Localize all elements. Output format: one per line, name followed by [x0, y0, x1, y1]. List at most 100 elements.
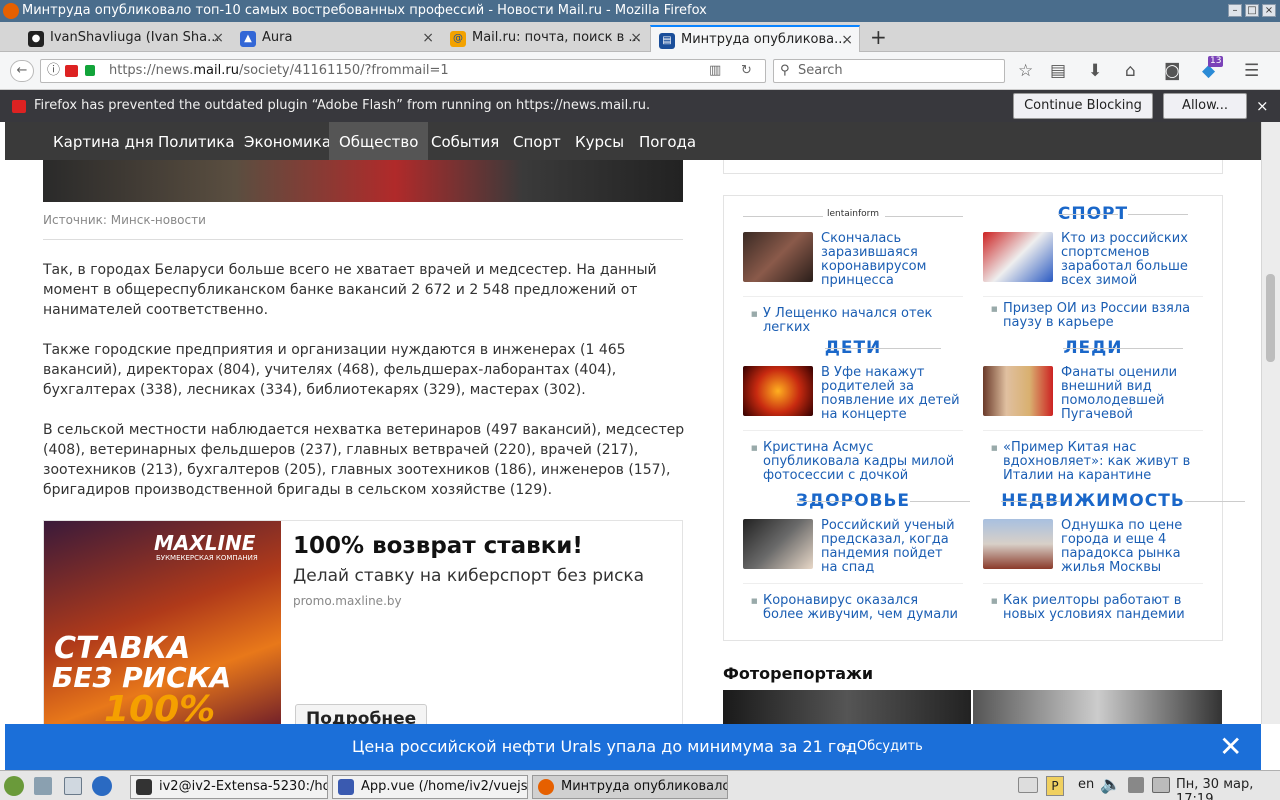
card-thumbnail[interactable] [743, 366, 813, 416]
breaking-news-banner[interactable]: Цена российской нефти Urals упала до мин… [5, 724, 1261, 770]
keyboard-icon[interactable] [1018, 777, 1038, 793]
photo-report-image[interactable] [973, 690, 1222, 724]
close-window-button[interactable]: × [1262, 4, 1276, 17]
close-tab-icon[interactable]: × [630, 25, 642, 51]
reader-view-icon[interactable]: ▥ [709, 60, 721, 82]
card-link[interactable]: В Уфе накажут родителей за появление их … [821, 365, 960, 422]
file-manager-icon[interactable] [34, 777, 52, 795]
url-domain: mail.ru [193, 63, 239, 78]
maximize-button[interactable]: □ [1245, 4, 1259, 17]
close-banner-icon[interactable]: ✕ [1219, 724, 1242, 770]
plugin-blocked-icon[interactable] [65, 65, 78, 77]
reload-icon[interactable]: ↻ [741, 60, 752, 82]
info-icon[interactable]: ⓘ [47, 60, 60, 82]
continue-blocking-button[interactable]: Continue Blocking [1013, 93, 1153, 119]
allow-button[interactable]: Allow... [1163, 93, 1247, 119]
sitenav-item-kartina-dnya[interactable]: Картина дня [43, 122, 164, 160]
card-link[interactable]: Скончалась заразившаяся коронавирусом пр… [821, 231, 926, 288]
card-thumbnail[interactable] [743, 232, 813, 282]
news-card[interactable]: Российский ученый предсказал, когда панд… [821, 519, 961, 575]
sitenav-item-ekonomika[interactable]: Экономика [234, 122, 341, 160]
card-thumbnail[interactable] [983, 232, 1053, 282]
taskbar-item-terminal[interactable]: iv2@iv2-Extensa-5230:/ho... [130, 775, 328, 799]
new-tab-button[interactable]: + [870, 25, 887, 49]
taskbar-item-editor[interactable]: App.vue (/home/iv2/vuejs... [332, 775, 528, 799]
close-tab-icon[interactable]: × [841, 27, 853, 52]
browser-globe-icon[interactable] [92, 776, 112, 796]
network-icon[interactable] [1128, 777, 1144, 793]
bullet-link[interactable]: Призер ОИ из России взяла паузу в карьер… [991, 302, 1201, 330]
library-icon[interactable]: ▤ [1050, 62, 1066, 80]
minimize-button[interactable]: – [1228, 4, 1242, 17]
bullet-link[interactable]: Коронавирус оказался более живучим, чем … [751, 594, 961, 622]
taskbar-item-firefox[interactable]: Минтруда опубликовало... [532, 775, 728, 799]
news-card[interactable]: Скончалась заразившаяся коронавирусом пр… [821, 232, 961, 288]
close-tab-icon[interactable]: × [212, 25, 224, 51]
ad-subtitle[interactable]: Делай ставку на киберспорт без риска [293, 566, 644, 586]
section-heading-zdorovye[interactable]: ЗДОРОВЬЕ [743, 491, 971, 511]
sitenav-item-obshchestvo[interactable]: Общество [329, 122, 429, 160]
bookmark-star-icon[interactable]: ☆ [1018, 62, 1033, 80]
navigation-toolbar: ← ⓘ https://news.mail.ru/society/4116115… [0, 52, 1280, 90]
close-notification-icon[interactable]: × [1256, 90, 1269, 122]
sitenav-item-pogoda[interactable]: Погода [629, 122, 706, 160]
banner-text[interactable]: Цена российской нефти Urals упала до мин… [352, 724, 857, 770]
news-card[interactable]: В Уфе накажут родителей за появление их … [821, 366, 961, 422]
bullet-link[interactable]: У Лещенко начался отек легких [751, 307, 961, 335]
clock[interactable]: Пн, 30 мар, 17:19 [1176, 777, 1280, 800]
section-heading-ledi[interactable]: ЛЕДИ [983, 338, 1203, 358]
url-bar[interactable]: ⓘ https://news.mail.ru/society/41161150/… [40, 59, 766, 83]
back-arrow-icon[interactable]: ← [10, 60, 34, 82]
discuss-link[interactable]: Обсудить [857, 724, 923, 770]
start-menu-icon[interactable] [4, 776, 24, 796]
bullet-link[interactable]: Кристина Асмус опубликовала кадры милой … [751, 441, 961, 483]
home-icon[interactable]: ⌂ [1125, 62, 1136, 80]
divider [983, 296, 1203, 297]
section-heading-sport[interactable]: СПОРТ [983, 204, 1203, 224]
text-editor-icon[interactable] [64, 777, 82, 795]
card-link[interactable]: Однушка по цене города и еще 4 парадокса… [1061, 518, 1182, 575]
volume-icon[interactable]: 🔈 [1100, 775, 1121, 795]
download-icon[interactable]: ⬇ [1088, 62, 1102, 80]
card-link[interactable]: Кто из российских спортсменов заработал … [1061, 231, 1188, 288]
sitenav-item-sobytiya[interactable]: События [421, 122, 509, 160]
card-thumbnail[interactable] [983, 519, 1053, 569]
ad-block[interactable]: MAXLINE БУКМЕКЕРСКАЯ КОМПАНИЯ СТАВКА БЕЗ… [43, 520, 683, 724]
url-path: /society/41161150/?frommail=1 [238, 63, 449, 78]
ad-title[interactable]: 100% возврат ставки! [293, 533, 583, 559]
pocket-icon[interactable]: ◙ [1164, 62, 1181, 80]
ad-image[interactable]: MAXLINE БУКМЕКЕРСКАЯ КОМПАНИЯ СТАВКА БЕЗ… [44, 521, 281, 724]
tab-label: IvanShavliuga (Ivan Sha... [50, 30, 220, 45]
tab-github[interactable]: ● IvanShavliuga (Ivan Sha... × [20, 25, 230, 52]
tab-mailru[interactable]: @ Mail.ru: почта, поиск в ... × [442, 25, 648, 52]
news-card[interactable]: Фанаты оценили внешний вид помолодевшей … [1061, 366, 1207, 422]
lentainform-logo[interactable]: lentainform [827, 209, 879, 219]
news-card[interactable]: Кто из российских спортсменов заработал … [1061, 232, 1207, 288]
menu-hamburger-icon[interactable]: ☰ [1244, 62, 1259, 80]
card-thumbnail[interactable] [743, 519, 813, 569]
bullet-link[interactable]: «Пример Китая нас вдохновляет»: как живу… [991, 441, 1201, 483]
clipboard-icon[interactable]: P [1046, 776, 1064, 796]
ad-more-button[interactable]: Подробнее [295, 704, 428, 724]
card-link[interactable]: Российский ученый предсказал, когда панд… [821, 518, 955, 575]
sitenav-item-sport[interactable]: Спорт [503, 122, 571, 160]
battery-icon[interactable] [1152, 777, 1170, 793]
bullet-link[interactable]: Как риелторы работают в новых условиях п… [991, 594, 1201, 622]
photo-report-image[interactable] [723, 690, 971, 724]
tab-mintruda[interactable]: ▤ Минтруда опубликова... × [650, 25, 860, 52]
divider [983, 583, 1203, 584]
search-bar[interactable]: ⚲ Search [773, 59, 1005, 83]
sitenav-item-kursy[interactable]: Курсы [565, 122, 634, 160]
tab-aura[interactable]: ▲ Aura × [232, 25, 440, 52]
close-tab-icon[interactable]: × [422, 25, 434, 51]
card-thumbnail[interactable] [983, 366, 1053, 416]
scrollbar-thumb[interactable] [1266, 274, 1275, 362]
photo-reports-heading[interactable]: Фоторепортажи [723, 664, 873, 683]
section-heading-nedvizhimost[interactable]: НЕДВИЖИМОСТЬ [983, 491, 1245, 511]
news-card[interactable]: Однушка по цене города и еще 4 парадокса… [1061, 519, 1207, 575]
keyboard-layout[interactable]: en [1078, 777, 1094, 792]
section-heading-deti[interactable]: ДЕТИ [743, 338, 963, 358]
card-link[interactable]: Фанаты оценили внешний вид помолодевшей … [1061, 365, 1177, 422]
page-scrollbar[interactable] [1261, 122, 1280, 724]
sitenav-item-politika[interactable]: Политика [148, 122, 245, 160]
